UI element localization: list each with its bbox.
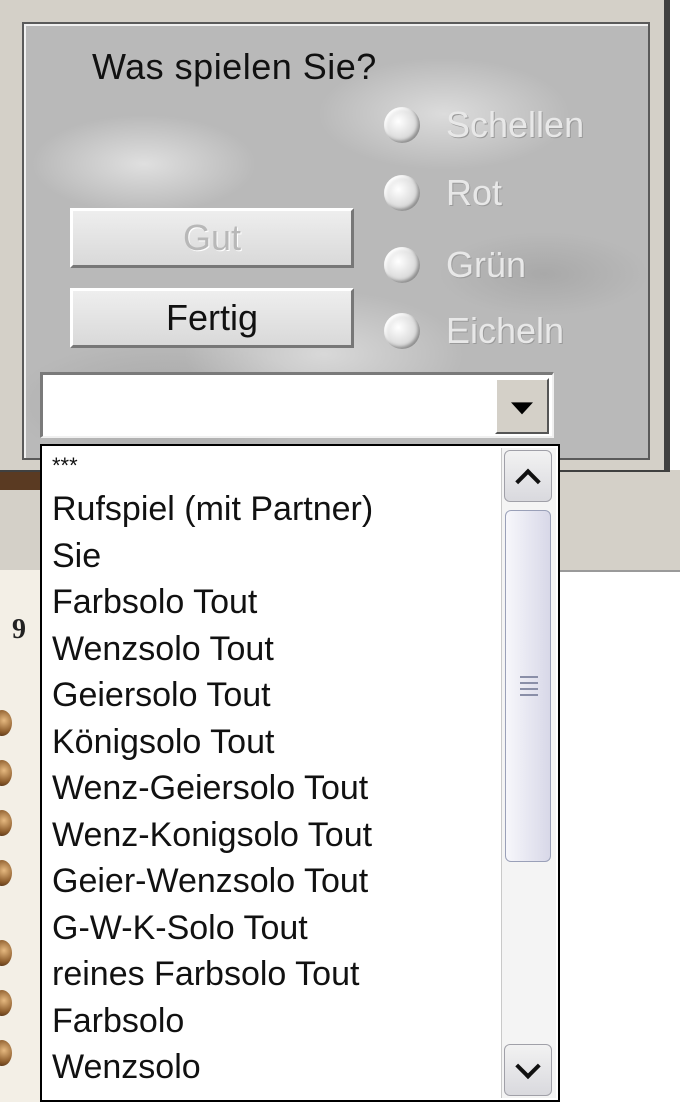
list-item[interactable]: Geier-Wenzsolo Tout bbox=[42, 858, 502, 905]
side-number: 9 bbox=[12, 614, 26, 645]
list-item[interactable]: Wenz-Konigsolo Tout bbox=[42, 812, 502, 859]
radio-label: Rot bbox=[446, 172, 503, 213]
radio-label: Grün bbox=[446, 244, 527, 285]
list-item[interactable]: reines Farbsolo Tout bbox=[42, 951, 502, 998]
bead-icon bbox=[0, 940, 12, 966]
bead-icon bbox=[0, 990, 12, 1016]
scrollbar-thumb[interactable] bbox=[505, 510, 551, 862]
chevron-up-icon bbox=[515, 468, 541, 495]
chevron-down-icon bbox=[515, 1053, 541, 1080]
game-dropdown-list: *** Rufspiel (mit Partner) Sie Farbsolo … bbox=[40, 444, 560, 1102]
background-wood bbox=[0, 470, 40, 490]
bead-icon bbox=[0, 810, 12, 836]
list-item[interactable]: Wenzsolo bbox=[42, 1044, 502, 1091]
list-item[interactable]: Farbsolo bbox=[42, 998, 502, 1045]
radio-schellen: Schellen bbox=[384, 104, 584, 146]
ok-button: Gut bbox=[70, 208, 354, 268]
dropdown-items: *** Rufspiel (mit Partner) Sie Farbsolo … bbox=[42, 446, 502, 1100]
game-select[interactable] bbox=[40, 372, 554, 438]
bead-icon bbox=[0, 710, 12, 736]
radio-label: Schellen bbox=[446, 104, 585, 145]
bead-icon bbox=[0, 760, 12, 786]
dropdown-button[interactable] bbox=[495, 378, 549, 434]
bead-icon bbox=[0, 1040, 12, 1066]
radio-gruen: Grün bbox=[384, 244, 526, 286]
chevron-down-icon bbox=[511, 402, 533, 415]
vertical-scrollbar[interactable] bbox=[501, 448, 556, 1098]
list-item[interactable]: Sie bbox=[42, 533, 502, 580]
radio-button bbox=[384, 175, 420, 211]
list-item[interactable]: G-W-K-Solo Tout bbox=[42, 905, 502, 952]
bead-icon bbox=[0, 860, 12, 886]
dialog-title: Was spielen Sie? bbox=[92, 46, 377, 87]
list-item[interactable]: Farbsolo Tout bbox=[42, 579, 502, 626]
radio-button bbox=[384, 247, 420, 283]
radio-button bbox=[384, 107, 420, 143]
list-item[interactable]: Geiersolo Tout bbox=[42, 672, 502, 719]
scroll-down-button[interactable] bbox=[504, 1044, 552, 1096]
radio-rot: Rot bbox=[384, 172, 502, 214]
game-choice-dialog: Was spielen Sie? Schellen Rot Grün Eiche… bbox=[0, 0, 670, 472]
list-item[interactable]: Königsolo Tout bbox=[42, 719, 502, 766]
radio-button bbox=[384, 313, 420, 349]
list-item[interactable]: *** bbox=[42, 446, 502, 486]
list-item[interactable]: Rufspiel (mit Partner) bbox=[42, 486, 502, 533]
background-side-column: 9 bbox=[0, 570, 40, 1102]
radio-eicheln: Eicheln bbox=[384, 310, 564, 352]
done-button[interactable]: Fertig bbox=[70, 288, 354, 348]
scroll-up-button[interactable] bbox=[504, 450, 552, 502]
list-item[interactable]: Wenzsolo Tout bbox=[42, 626, 502, 673]
radio-label: Eicheln bbox=[446, 310, 565, 351]
list-item[interactable]: Wenz-Geiersolo Tout bbox=[42, 765, 502, 812]
grip-icon bbox=[520, 676, 538, 700]
